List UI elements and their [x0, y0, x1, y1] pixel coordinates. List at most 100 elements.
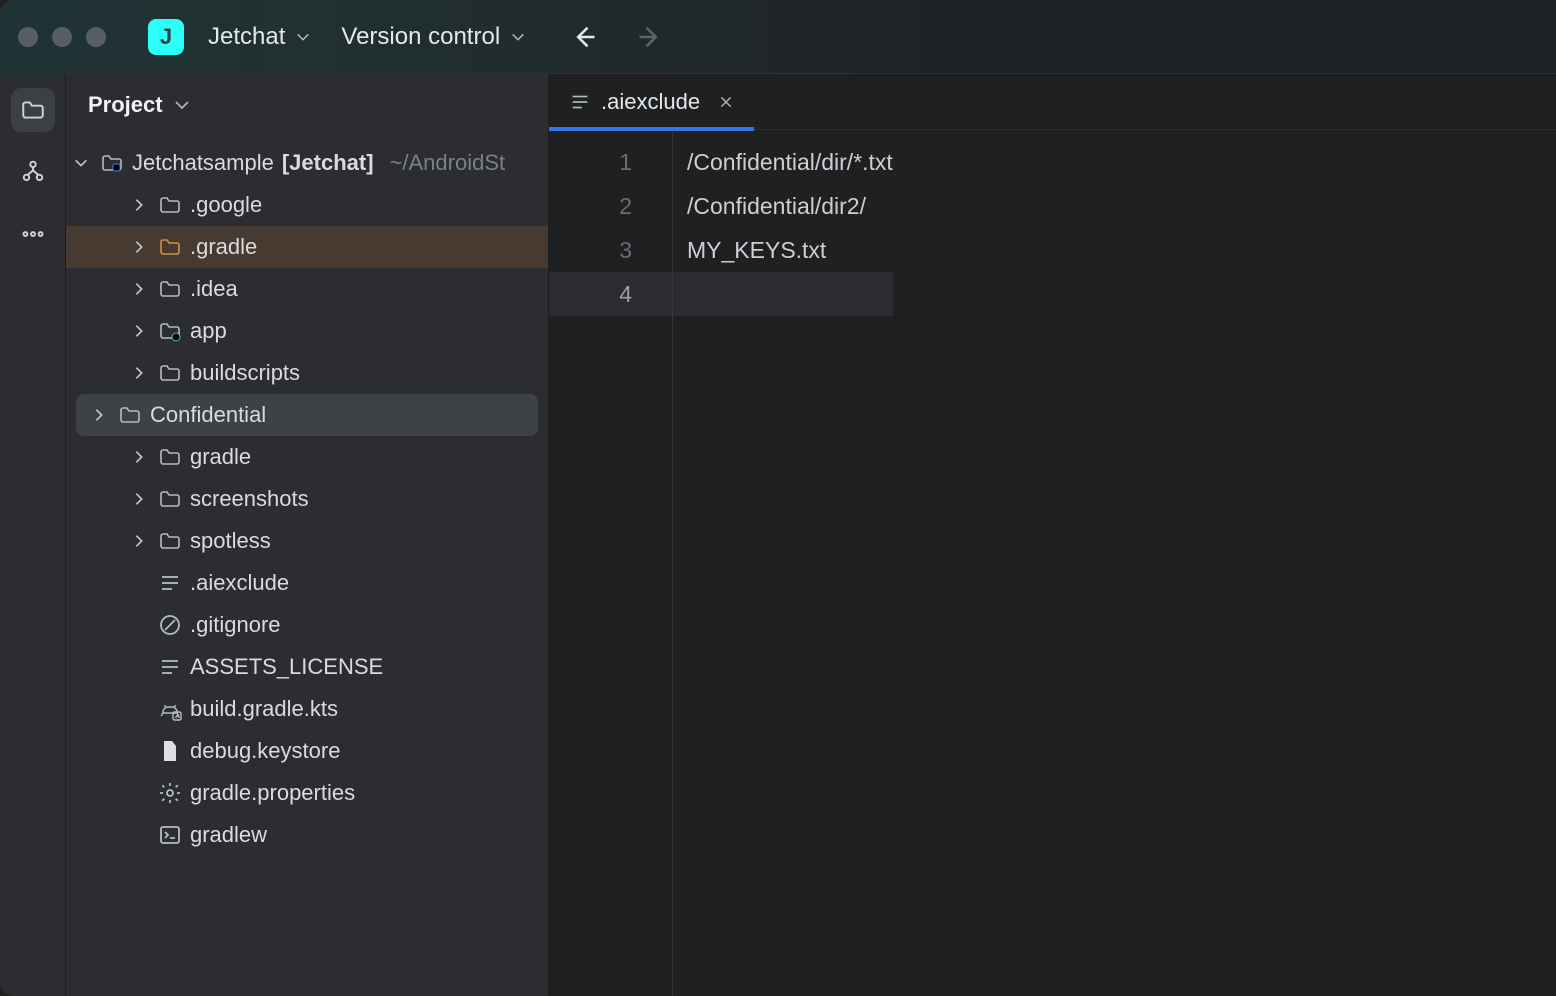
tree-item-label: .gradle	[190, 234, 257, 260]
chevron-down-icon	[73, 155, 89, 171]
chevron-right-icon[interactable]	[128, 281, 150, 297]
tree-item-label: buildscripts	[190, 360, 300, 386]
tree-item-label: .aiexclude	[190, 570, 289, 596]
tree-item-label: .google	[190, 192, 262, 218]
structure-tool-button[interactable]	[11, 150, 55, 194]
tree-item[interactable]: spotless	[66, 520, 548, 562]
line-number: 2	[549, 184, 632, 228]
tab-aiexclude[interactable]: .aiexclude	[549, 74, 754, 130]
chevron-right-icon[interactable]	[88, 407, 110, 423]
module-icon	[100, 151, 124, 175]
tree-item-label: build.gradle.kts	[190, 696, 338, 722]
tree-item[interactable]: .aiexclude	[66, 562, 548, 604]
tree-item[interactable]: debug.keystore	[66, 730, 548, 772]
project-panel-title: Project	[88, 92, 163, 118]
tree-root-name: Jetchatsample	[132, 150, 274, 176]
editor-gutter: 1234	[549, 130, 673, 996]
tree-item-label: app	[190, 318, 227, 344]
code-line[interactable]: /Confidential/dir/*.txt	[687, 140, 893, 184]
chevron-right-icon[interactable]	[128, 533, 150, 549]
project-tree: Jetchatsample [Jetchat] ~/AndroidSt .goo…	[66, 136, 548, 856]
editor-code[interactable]: /Confidential/dir/*.txt/Confidential/dir…	[673, 130, 893, 996]
editor-tabs: .aiexclude	[549, 74, 1556, 130]
chevron-right-icon[interactable]	[128, 323, 150, 339]
tree-root-bracket: [Jetchat]	[282, 150, 374, 176]
tree-item[interactable]: gradle	[66, 436, 548, 478]
lines-icon	[158, 655, 182, 679]
tool-strip	[0, 74, 66, 996]
nav-back-button[interactable]	[570, 23, 598, 51]
zoom-window-dot[interactable]	[86, 27, 106, 47]
chevron-right-icon[interactable]	[128, 449, 150, 465]
titlebar: J Jetchat Version control	[0, 0, 1556, 74]
close-icon[interactable]	[718, 94, 734, 110]
editor-area: .aiexclude 1234 /Confidential/dir/*.txt/…	[549, 74, 1556, 996]
file-icon	[158, 739, 182, 763]
tree-item[interactable]: .gradle	[66, 226, 548, 268]
chevron-down-icon	[173, 96, 191, 114]
code-line[interactable]	[673, 272, 893, 316]
tree-item-label: gradle	[190, 444, 251, 470]
folder-icon	[158, 361, 182, 385]
elephant-icon	[158, 697, 182, 721]
line-number: 3	[549, 228, 632, 272]
close-window-dot[interactable]	[18, 27, 38, 47]
line-number: 4	[549, 272, 672, 316]
module-icon	[158, 319, 182, 343]
tree-item-label: gradle.properties	[190, 780, 355, 806]
tree-item[interactable]: ASSETS_LICENSE	[66, 646, 548, 688]
chevron-right-icon[interactable]	[128, 365, 150, 381]
tree-root[interactable]: Jetchatsample [Jetchat] ~/AndroidSt	[66, 142, 548, 184]
tree-item[interactable]: .google	[66, 184, 548, 226]
tree-item-label: spotless	[190, 528, 271, 554]
gear-icon	[158, 781, 182, 805]
lines-icon	[158, 571, 182, 595]
tree-item[interactable]: gradle.properties	[66, 772, 548, 814]
minimize-window-dot[interactable]	[52, 27, 72, 47]
folder-icon	[118, 403, 142, 427]
file-lines-icon	[569, 91, 591, 113]
tree-item[interactable]: buildscripts	[66, 352, 548, 394]
more-tool-button[interactable]	[11, 212, 55, 256]
tree-item[interactable]: .idea	[66, 268, 548, 310]
folder-icon	[158, 487, 182, 511]
circle-icon	[158, 613, 182, 637]
code-line[interactable]: /Confidential/dir2/	[687, 184, 893, 228]
tab-label: .aiexclude	[601, 89, 700, 115]
folder-icon	[158, 193, 182, 217]
chevron-down-icon	[295, 29, 311, 45]
tree-root-path: ~/AndroidSt	[390, 150, 506, 176]
tree-item-label: Confidential	[150, 402, 266, 428]
tree-item[interactable]: build.gradle.kts	[66, 688, 548, 730]
app-icon: J	[148, 19, 184, 55]
chevron-right-icon[interactable]	[128, 239, 150, 255]
project-panel-header[interactable]: Project	[66, 74, 548, 136]
nav-forward-button[interactable]	[636, 23, 664, 51]
window-controls	[18, 27, 106, 47]
term-icon	[158, 823, 182, 847]
folder-icon	[20, 97, 46, 123]
tree-item-label: screenshots	[190, 486, 309, 512]
code-editor[interactable]: 1234 /Confidential/dir/*.txt/Confidentia…	[549, 130, 1556, 996]
tree-item-label: .gitignore	[190, 612, 281, 638]
vcs-selector[interactable]: Version control	[335, 19, 532, 55]
project-selector-label: Jetchat	[208, 23, 285, 51]
tree-item[interactable]: gradlew	[66, 814, 548, 856]
chevron-right-icon[interactable]	[128, 491, 150, 507]
chevron-right-icon[interactable]	[128, 197, 150, 213]
line-number: 1	[549, 140, 632, 184]
code-line[interactable]: MY_KEYS.txt	[687, 228, 893, 272]
tree-item[interactable]: Confidential	[76, 394, 538, 436]
project-panel: Project Jetchatsample [Jetchat] ~/Androi…	[66, 74, 549, 996]
ellipsis-icon	[20, 221, 46, 247]
tree-item[interactable]: screenshots	[66, 478, 548, 520]
tree-item[interactable]: app	[66, 310, 548, 352]
project-tool-button[interactable]	[11, 88, 55, 132]
project-selector[interactable]: Jetchat	[202, 19, 317, 55]
vcs-selector-label: Version control	[341, 23, 500, 51]
chevron-down-icon	[510, 29, 526, 45]
folder-icon	[158, 529, 182, 553]
structure-icon	[20, 159, 46, 185]
tree-item[interactable]: .gitignore	[66, 604, 548, 646]
folder-icon	[158, 445, 182, 469]
